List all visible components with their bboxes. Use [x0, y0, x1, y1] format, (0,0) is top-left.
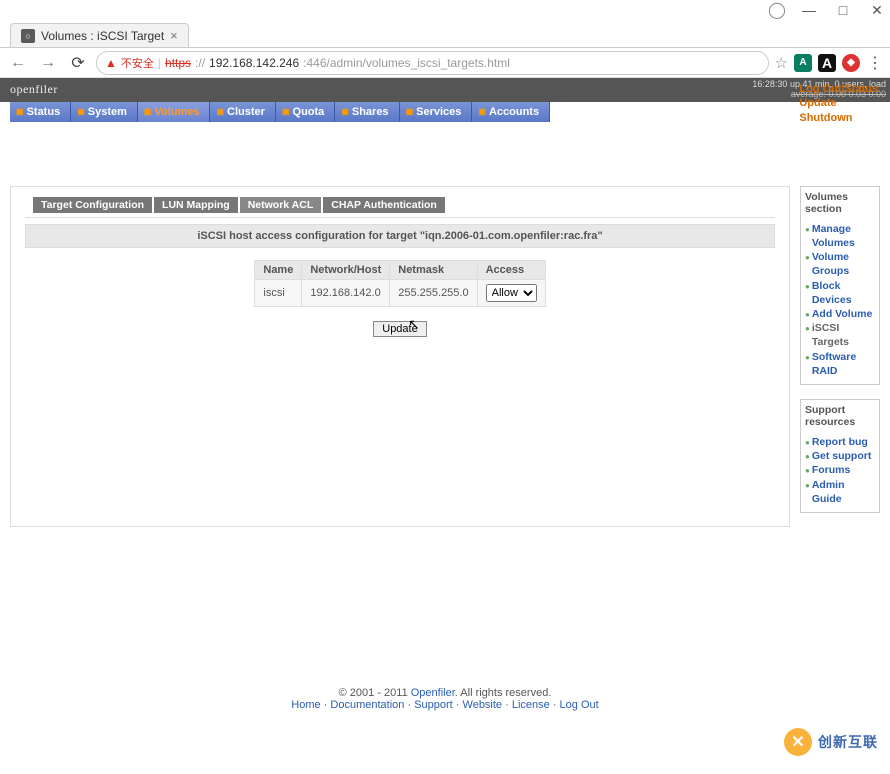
acl-table: Name Network/Host Netmask Access iscsi 1…: [254, 260, 545, 307]
side-link-volume-groups[interactable]: Volume Groups: [812, 250, 875, 278]
app-banner: openfiler 16:28:30 up 41 min, 0 users, l…: [0, 78, 890, 102]
footer-link-website[interactable]: Website: [463, 699, 503, 711]
support-resources-title: Support resources: [805, 404, 875, 429]
volumes-section-box: Volumes section ●Manage Volumes ●Volume …: [800, 186, 880, 385]
support-resources-box: Support resources ●Report bug ●Get suppo…: [800, 399, 880, 513]
user-icon[interactable]: ◯: [768, 0, 782, 20]
side-link-add-volume[interactable]: Add Volume: [812, 307, 872, 321]
footer-link-logout[interactable]: Log Out: [560, 699, 599, 711]
table-header-row: Name Network/Host Netmask Access: [255, 260, 545, 279]
subtab-lun-mapping[interactable]: LUN Mapping: [154, 197, 240, 213]
browser-tab-strip: ○ Volumes : iSCSI Target ×: [0, 20, 890, 48]
side-link-forums[interactable]: Forums: [812, 463, 851, 477]
status-link[interactable]: Status: [844, 83, 878, 95]
watermark: ✕ 创新互联: [784, 728, 878, 756]
address-bar[interactable]: ▲ 不安全 | https://192.168.142.246:446/admi…: [96, 51, 769, 75]
tab-favicon-icon: ○: [21, 29, 35, 43]
cell-netmask: 255.255.255.0: [390, 279, 477, 306]
url-host: 192.168.142.246: [209, 56, 299, 70]
maximize-icon[interactable]: □: [836, 2, 850, 18]
watermark-text: 创新互联: [818, 732, 878, 752]
table-row: iscsi 192.168.142.0 255.255.255.0 Allow: [255, 279, 545, 306]
col-access: Access: [477, 260, 545, 279]
footer-link-support[interactable]: Support: [414, 699, 453, 711]
extension-a-icon[interactable]: A: [794, 54, 812, 72]
config-title: iSCSI host access configuration for targ…: [25, 224, 775, 248]
main-content: Target Configuration LUN Mapping Network…: [10, 186, 790, 527]
footer-link-license[interactable]: License: [512, 699, 550, 711]
access-select[interactable]: Allow: [486, 284, 537, 302]
cell-network: 192.168.142.0: [302, 279, 390, 306]
footer-openfiler-link[interactable]: Openfiler: [411, 687, 455, 699]
side-link-report-bug[interactable]: Report bug: [812, 435, 868, 449]
footer-link-home[interactable]: Home: [291, 699, 320, 711]
tab-close-icon[interactable]: ×: [170, 28, 178, 43]
close-window-icon[interactable]: ✕: [870, 2, 884, 19]
col-name: Name: [255, 260, 302, 279]
minimize-icon[interactable]: —: [802, 2, 816, 18]
sub-tabs: Target Configuration LUN Mapping Network…: [33, 197, 789, 213]
bookmark-icon[interactable]: ☆: [775, 54, 788, 72]
shutdown-link[interactable]: Shutdown: [799, 112, 852, 124]
url-path: :446/admin/volumes_iscsi_targets.html: [303, 56, 510, 70]
side-link-block-devices[interactable]: Block Devices: [812, 279, 875, 307]
nav-quota[interactable]: ▣Quota: [276, 102, 335, 122]
nav-shares[interactable]: ▣Shares: [335, 102, 399, 122]
footer-link-documentation[interactable]: Documentation: [330, 699, 404, 711]
col-netmask: Netmask: [390, 260, 477, 279]
url-scheme: https: [165, 56, 191, 70]
tab-title: Volumes : iSCSI Target: [41, 29, 164, 43]
side-link-software-raid[interactable]: Software RAID: [812, 350, 875, 378]
side-link-admin-guide[interactable]: Admin Guide: [812, 478, 875, 506]
brand-logo: openfiler: [10, 82, 58, 97]
side-link-manage-volumes[interactable]: Manage Volumes: [812, 222, 875, 250]
back-button[interactable]: ←: [6, 54, 30, 72]
reload-button[interactable]: ⟳: [66, 53, 90, 73]
nav-volumes[interactable]: ▣Volumes: [138, 102, 211, 122]
update-link[interactable]: Update: [799, 97, 836, 109]
main-nav: ▣Status ▣System ▣Volumes ▣Cluster ▣Quota…: [10, 102, 880, 122]
browser-tab[interactable]: ○ Volumes : iSCSI Target ×: [10, 23, 189, 47]
update-button[interactable]: Update: [373, 321, 426, 337]
footer: © 2001 - 2011 Openfiler. All rights rese…: [0, 687, 890, 711]
side-link-get-support[interactable]: Get support: [812, 449, 872, 463]
nav-system[interactable]: ▣System: [71, 102, 138, 122]
nav-cluster[interactable]: ▣Cluster: [210, 102, 275, 122]
subtab-target-config[interactable]: Target Configuration: [33, 197, 154, 213]
watermark-icon: ✕: [784, 728, 812, 756]
extension-c-icon[interactable]: ◆: [842, 54, 860, 72]
cell-name: iscsi: [255, 279, 302, 306]
extension-b-icon[interactable]: A: [818, 54, 836, 72]
volumes-section-title: Volumes section: [805, 191, 875, 216]
side-link-iscsi-targets[interactable]: iSCSI Targets: [812, 321, 875, 349]
session-links: Log Out|Status Update Shutdown: [799, 82, 878, 125]
subtab-network-acl[interactable]: Network ACL: [240, 197, 324, 213]
insecure-label: 不安全: [121, 55, 154, 71]
nav-accounts[interactable]: ▣Accounts: [472, 102, 550, 122]
insecure-warning-icon: ▲: [105, 56, 117, 70]
cell-access: Allow: [477, 279, 545, 306]
window-controls: ◯ — □ ✕: [0, 0, 890, 20]
browser-toolbar: ← → ⟳ ▲ 不安全 | https://192.168.142.246:44…: [0, 48, 890, 78]
col-network: Network/Host: [302, 260, 390, 279]
forward-button: →: [36, 54, 60, 72]
browser-menu-icon[interactable]: ⋮: [866, 53, 884, 73]
extension-icons: ☆ A A ◆ ⋮: [775, 53, 884, 73]
nav-status[interactable]: ▣Status: [10, 102, 71, 122]
subtab-chap-auth[interactable]: CHAP Authentication: [323, 197, 447, 213]
logout-link[interactable]: Log Out: [799, 83, 841, 95]
nav-services[interactable]: ▣Services: [400, 102, 473, 122]
